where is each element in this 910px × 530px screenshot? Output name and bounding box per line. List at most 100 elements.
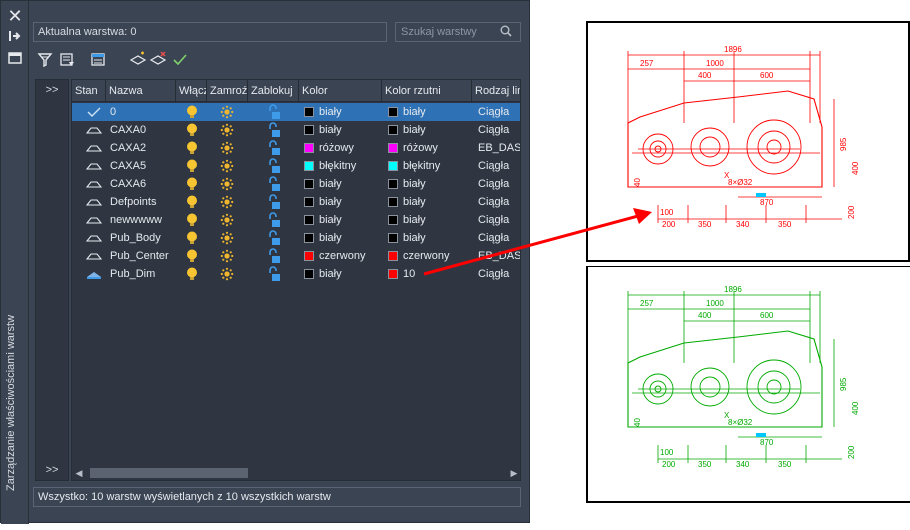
layer-name[interactable]: CAXA0 bbox=[110, 121, 176, 139]
layer-color[interactable]: różowy bbox=[319, 139, 379, 157]
sun-thawed-icon[interactable] bbox=[220, 267, 234, 285]
unlock-icon[interactable] bbox=[267, 158, 281, 176]
layer-states-manager-icon[interactable] bbox=[89, 51, 107, 69]
color-swatch[interactable] bbox=[304, 179, 314, 189]
color-swatch[interactable] bbox=[304, 125, 314, 135]
layer-vp-color[interactable]: biały bbox=[403, 121, 469, 139]
layer-color[interactable]: błękitny bbox=[319, 157, 379, 175]
layer-vp-color[interactable]: biały bbox=[403, 229, 469, 247]
layer-color[interactable]: biały bbox=[319, 193, 379, 211]
unlock-icon[interactable] bbox=[267, 104, 281, 122]
unlock-icon[interactable] bbox=[267, 194, 281, 212]
layer-row[interactable]: CAXA2 różowy różowy EB_DAS bbox=[72, 139, 520, 158]
scroll-right-icon[interactable]: ▶ bbox=[507, 466, 520, 480]
vp-color-swatch[interactable] bbox=[388, 233, 398, 243]
vp-color-swatch[interactable] bbox=[388, 269, 398, 279]
column-header[interactable]: Zablokuj bbox=[248, 80, 299, 102]
layer-vp-color[interactable]: biały bbox=[403, 103, 469, 121]
vp-color-swatch[interactable] bbox=[388, 143, 398, 153]
layer-vp-color[interactable]: biały bbox=[403, 193, 469, 211]
scroll-thumb[interactable] bbox=[90, 468, 248, 478]
layer-color[interactable]: biały bbox=[319, 103, 379, 121]
unlock-icon[interactable] bbox=[267, 176, 281, 194]
vp-color-swatch[interactable] bbox=[388, 125, 398, 135]
color-swatch[interactable] bbox=[304, 197, 314, 207]
search-layer-input[interactable]: Szukaj warstwy bbox=[395, 22, 521, 42]
properties-icon[interactable] bbox=[6, 51, 24, 69]
layer-linetype[interactable]: Ciągła bbox=[478, 211, 520, 229]
layer-name[interactable]: Defpoints bbox=[110, 193, 176, 211]
layer-row[interactable]: CAXA0 biały biały Ciągła bbox=[72, 121, 520, 140]
layer-name[interactable]: Pub_Dim bbox=[110, 265, 176, 283]
unlock-icon[interactable] bbox=[267, 122, 281, 140]
color-swatch[interactable] bbox=[304, 107, 314, 117]
layer-vp-color[interactable]: różowy bbox=[403, 139, 469, 157]
vp-color-swatch[interactable] bbox=[388, 197, 398, 207]
close-icon[interactable]: ✕ bbox=[6, 7, 24, 25]
layer-row[interactable]: newwwww biały biały Ciągła bbox=[72, 211, 520, 230]
set-current-icon[interactable] bbox=[171, 51, 189, 69]
layer-name[interactable]: CAXA2 bbox=[110, 139, 176, 157]
layer-vp-color[interactable]: czerwony bbox=[403, 247, 469, 265]
vp-color-swatch[interactable] bbox=[388, 107, 398, 117]
unlock-icon[interactable] bbox=[267, 248, 281, 266]
column-header[interactable]: Kolor rzutni bbox=[382, 80, 472, 102]
layer-linetype[interactable]: Ciągła bbox=[478, 175, 520, 193]
vp-color-swatch[interactable] bbox=[388, 161, 398, 171]
column-header[interactable]: Zamroź bbox=[207, 80, 248, 102]
viewport-top[interactable]: 1896 257 1000 400 600 985 400 40 8×Ø32 X 870 200 100… bbox=[586, 21, 910, 262]
layer-row[interactable]: Pub_Center czerwony czerwony EB_DAS bbox=[72, 247, 520, 266]
new-property-filter-icon[interactable] bbox=[37, 51, 55, 69]
layer-color[interactable]: biały bbox=[319, 265, 379, 283]
layer-name[interactable]: CAXA5 bbox=[110, 157, 176, 175]
bulb-on-icon[interactable] bbox=[186, 267, 198, 285]
auto-hide-icon[interactable] bbox=[6, 29, 24, 47]
column-header[interactable]: Kolor bbox=[299, 80, 382, 102]
color-swatch[interactable] bbox=[304, 215, 314, 225]
expand-filter-top[interactable]: >> bbox=[36, 84, 68, 96]
layer-color[interactable]: biały bbox=[319, 175, 379, 193]
layer-color[interactable]: czerwony bbox=[319, 247, 379, 265]
layer-color[interactable]: biały bbox=[319, 229, 379, 247]
layer-linetype[interactable]: Ciągła bbox=[478, 121, 520, 139]
new-layer-icon[interactable] bbox=[129, 51, 147, 69]
column-header[interactable]: Włącz bbox=[176, 80, 207, 102]
layer-row[interactable]: 0 biały biały Ciągła bbox=[72, 103, 520, 122]
layer-linetype[interactable]: Ciągła bbox=[478, 193, 520, 211]
layer-color[interactable]: biały bbox=[319, 211, 379, 229]
layer-name[interactable]: 0 bbox=[110, 103, 176, 121]
layer-vp-color[interactable]: biały bbox=[403, 211, 469, 229]
vp-color-swatch[interactable] bbox=[388, 251, 398, 261]
layer-vp-color[interactable]: biały bbox=[403, 175, 469, 193]
color-swatch[interactable] bbox=[304, 251, 314, 261]
layer-linetype[interactable]: EB_DAS bbox=[478, 139, 520, 157]
layer-row[interactable]: Defpoints biały biały Ciągła bbox=[72, 193, 520, 212]
unlock-icon[interactable] bbox=[267, 266, 281, 284]
layer-name[interactable]: Pub_Center bbox=[110, 247, 176, 265]
color-swatch[interactable] bbox=[304, 233, 314, 243]
layer-color[interactable]: biały bbox=[319, 121, 379, 139]
horizontal-scrollbar[interactable]: ◀ ▶ bbox=[72, 466, 520, 480]
color-swatch[interactable] bbox=[304, 269, 314, 279]
delete-layer-icon[interactable] bbox=[149, 51, 167, 69]
column-header[interactable]: Nazwa bbox=[106, 80, 176, 102]
scroll-left-icon[interactable]: ◀ bbox=[72, 466, 86, 480]
layer-linetype[interactable]: Ciągła bbox=[478, 157, 520, 175]
unlock-icon[interactable] bbox=[267, 140, 281, 158]
color-swatch[interactable] bbox=[304, 143, 314, 153]
layer-name[interactable]: Pub_Body bbox=[110, 229, 176, 247]
viewport-bottom[interactable]: 1896 257 1000 400 600 985 400 40 8×Ø32 X 870 200 100… bbox=[586, 266, 910, 503]
vp-color-swatch[interactable] bbox=[388, 215, 398, 225]
layer-row[interactable]: CAXA6 biały biały Ciągła bbox=[72, 175, 520, 194]
layer-name[interactable]: CAXA6 bbox=[110, 175, 176, 193]
vp-color-swatch[interactable] bbox=[388, 179, 398, 189]
new-group-filter-icon[interactable] bbox=[59, 51, 77, 69]
layer-vp-color[interactable]: 10 bbox=[403, 265, 469, 283]
unlock-icon[interactable] bbox=[267, 212, 281, 230]
layer-row[interactable]: Pub_Body biały biały Ciągła bbox=[72, 229, 520, 247]
column-header[interactable]: Stan bbox=[72, 80, 106, 102]
layer-linetype[interactable]: EB_DAS bbox=[478, 247, 520, 265]
layer-name[interactable]: newwwww bbox=[110, 211, 176, 229]
color-swatch[interactable] bbox=[304, 161, 314, 171]
layer-vp-color[interactable]: błękitny bbox=[403, 157, 469, 175]
